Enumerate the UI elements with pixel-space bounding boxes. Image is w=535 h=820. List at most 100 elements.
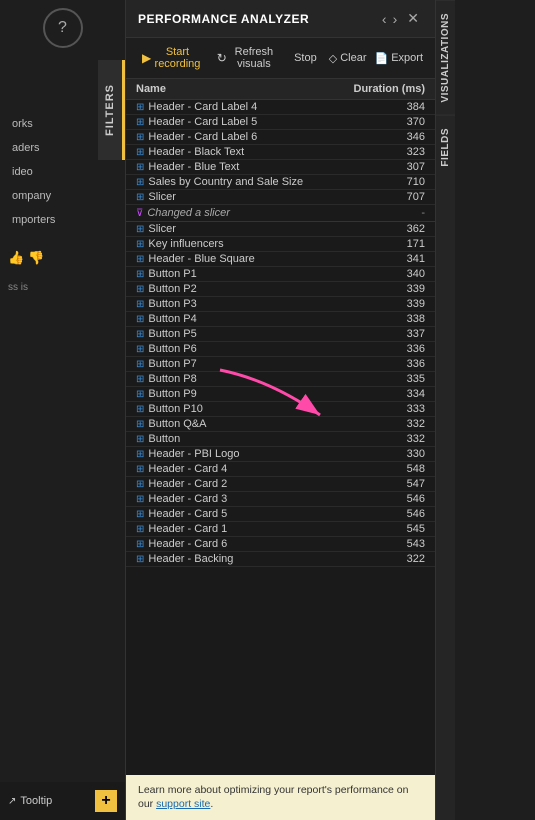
- row-duration: 548: [375, 463, 425, 475]
- row-duration: 341: [375, 253, 425, 265]
- expand-icon: ⊞: [136, 192, 144, 203]
- table-row[interactable]: ⊞Button P6336: [126, 342, 435, 357]
- table-row[interactable]: ⊞Button P4338: [126, 312, 435, 327]
- table-row[interactable]: ⊞Header - Card 6543: [126, 537, 435, 552]
- row-name: Header - Card 5: [148, 508, 375, 520]
- row-duration: 340: [375, 268, 425, 280]
- table-row[interactable]: ⊽Changed a slicer-: [126, 205, 435, 222]
- nav-arrows: ‹ ›: [380, 9, 399, 29]
- table-row[interactable]: ⊞ Slicer707: [126, 190, 435, 205]
- row-name: Button P8: [148, 373, 375, 385]
- expand-icon: ⊞: [136, 404, 144, 415]
- row-duration: 547: [375, 478, 425, 490]
- row-duration: 334: [375, 388, 425, 400]
- table-row[interactable]: ⊞Button P9334: [126, 387, 435, 402]
- start-recording-button[interactable]: ▶ Start recording: [138, 44, 205, 72]
- close-button[interactable]: ✕: [403, 8, 423, 29]
- table-row[interactable]: ⊞Slicer362: [126, 222, 435, 237]
- nav-left-button[interactable]: ‹: [380, 9, 389, 29]
- row-name: Button P7: [148, 358, 375, 370]
- expand-icon: ⊞: [136, 479, 144, 490]
- refresh-visuals-button[interactable]: ↻ Refresh visuals: [213, 44, 282, 72]
- table-row[interactable]: ⊞Button Q&A332: [126, 417, 435, 432]
- expand-icon: ⊞: [136, 314, 144, 325]
- expand-icon: ⊞: [136, 254, 144, 265]
- tooltip-label: ↗ Tooltip: [8, 795, 52, 807]
- row-duration: 323: [375, 146, 425, 158]
- row-name: Slicer: [148, 223, 375, 235]
- nav-right-button[interactable]: ›: [391, 9, 400, 29]
- clear-icon: ◇: [329, 52, 337, 65]
- sidebar-item-video[interactable]: ideo: [4, 162, 121, 182]
- table-row[interactable]: ⊞Button332: [126, 432, 435, 447]
- perf-title: PERFORMANCE ANALYZER: [138, 12, 309, 26]
- table-row[interactable]: ⊞Key influencers171: [126, 237, 435, 252]
- thumbs-down-icon[interactable]: 👎: [28, 250, 44, 266]
- stop-button[interactable]: Stop: [290, 50, 321, 66]
- table-row[interactable]: ⊞Button P5337: [126, 327, 435, 342]
- row-name: Button P2: [148, 283, 375, 295]
- row-name: Button P3: [148, 298, 375, 310]
- table-row[interactable]: ⊞Header - PBI Logo330: [126, 447, 435, 462]
- table-row[interactable]: ⊞Header - Blue Text307: [126, 160, 435, 175]
- refresh-icon: ↻: [217, 51, 227, 65]
- table-row[interactable]: ⊞Header - Card Label 6346: [126, 130, 435, 145]
- table-row[interactable]: ⊞Header - Card 4548: [126, 462, 435, 477]
- table-row[interactable]: ⊞Header - Black Text323: [126, 145, 435, 160]
- row-duration: 707: [375, 191, 425, 203]
- row-name: Slicer: [148, 191, 375, 203]
- table-row[interactable]: ⊞Button P10333: [126, 402, 435, 417]
- row-name: Header - Card 1: [148, 523, 375, 535]
- expand-icon: ⊞: [136, 494, 144, 505]
- row-duration: 339: [375, 298, 425, 310]
- toolbar-actions: ◇ Clear 📄 Export: [329, 52, 423, 65]
- row-name: Header - Card 6: [148, 538, 375, 550]
- expand-icon: ⊞: [136, 419, 144, 430]
- table-header: Name Duration (ms): [126, 79, 435, 100]
- row-name: Button P1: [148, 268, 375, 280]
- clear-button[interactable]: ◇ Clear: [329, 52, 367, 65]
- perf-table[interactable]: Name Duration (ms) ⊞Header - Card Label …: [126, 79, 435, 775]
- sidebar-item-importers[interactable]: mporters: [4, 210, 121, 230]
- table-row[interactable]: ⊞ Button P1340: [126, 267, 435, 282]
- add-button[interactable]: +: [95, 790, 117, 812]
- table-row[interactable]: ⊞ Header - Blue Square341: [126, 252, 435, 267]
- support-site-link[interactable]: support site: [156, 798, 210, 810]
- row-name: Sales by Country and Sale Size: [148, 176, 375, 188]
- tab-fields[interactable]: FIELDS: [436, 115, 455, 179]
- row-duration: 307: [375, 161, 425, 173]
- perf-toolbar: ▶ Start recording ↻ Refresh visuals Stop…: [126, 38, 435, 79]
- table-row[interactable]: ⊞Header - Backing322: [126, 552, 435, 567]
- table-row[interactable]: ⊞Header - Card Label 4384: [126, 100, 435, 115]
- expand-icon: ⊞: [136, 524, 144, 535]
- table-row[interactable]: ⊞Button P3339: [126, 297, 435, 312]
- thumbs-up-icon[interactable]: 👍: [8, 250, 24, 266]
- record-icon: ▶: [142, 51, 151, 65]
- sidebar-thumbs: 👍 👎: [0, 246, 125, 270]
- row-duration: 370: [375, 116, 425, 128]
- table-row[interactable]: ⊞Header - Card 2547: [126, 477, 435, 492]
- table-row[interactable]: ⊞Button P2339: [126, 282, 435, 297]
- question-mark-button[interactable]: ?: [43, 8, 83, 48]
- row-duration: 333: [375, 403, 425, 415]
- export-button[interactable]: 📄 Export: [375, 52, 424, 65]
- sidebar-item-company[interactable]: ompany: [4, 186, 121, 206]
- row-name: Button: [148, 433, 375, 445]
- table-row[interactable]: ⊞Sales by Country and Sale Size710: [126, 175, 435, 190]
- table-row[interactable]: ⊞Header - Card 3546: [126, 492, 435, 507]
- table-row[interactable]: ⊞Button P8335: [126, 372, 435, 387]
- row-duration: 332: [375, 433, 425, 445]
- row-name: Header - Blue Square: [148, 253, 375, 265]
- table-row[interactable]: ⊞Header - Card 1545: [126, 522, 435, 537]
- expand-icon: ⊞: [136, 269, 144, 280]
- filters-tab[interactable]: FILTERS: [98, 60, 125, 160]
- expand-icon: ⊞: [136, 344, 144, 355]
- table-row[interactable]: ⊞Button P7336: [126, 357, 435, 372]
- row-name: Button P4: [148, 313, 375, 325]
- expand-icon: ⊞: [136, 177, 144, 188]
- tab-visualizations[interactable]: VISUALIZATIONS: [436, 0, 455, 115]
- table-row[interactable]: ⊞Header - Card 5546: [126, 507, 435, 522]
- table-row[interactable]: ⊞Header - Card Label 5370: [126, 115, 435, 130]
- row-name: Button Q&A: [148, 418, 375, 430]
- row-duration: 335: [375, 373, 425, 385]
